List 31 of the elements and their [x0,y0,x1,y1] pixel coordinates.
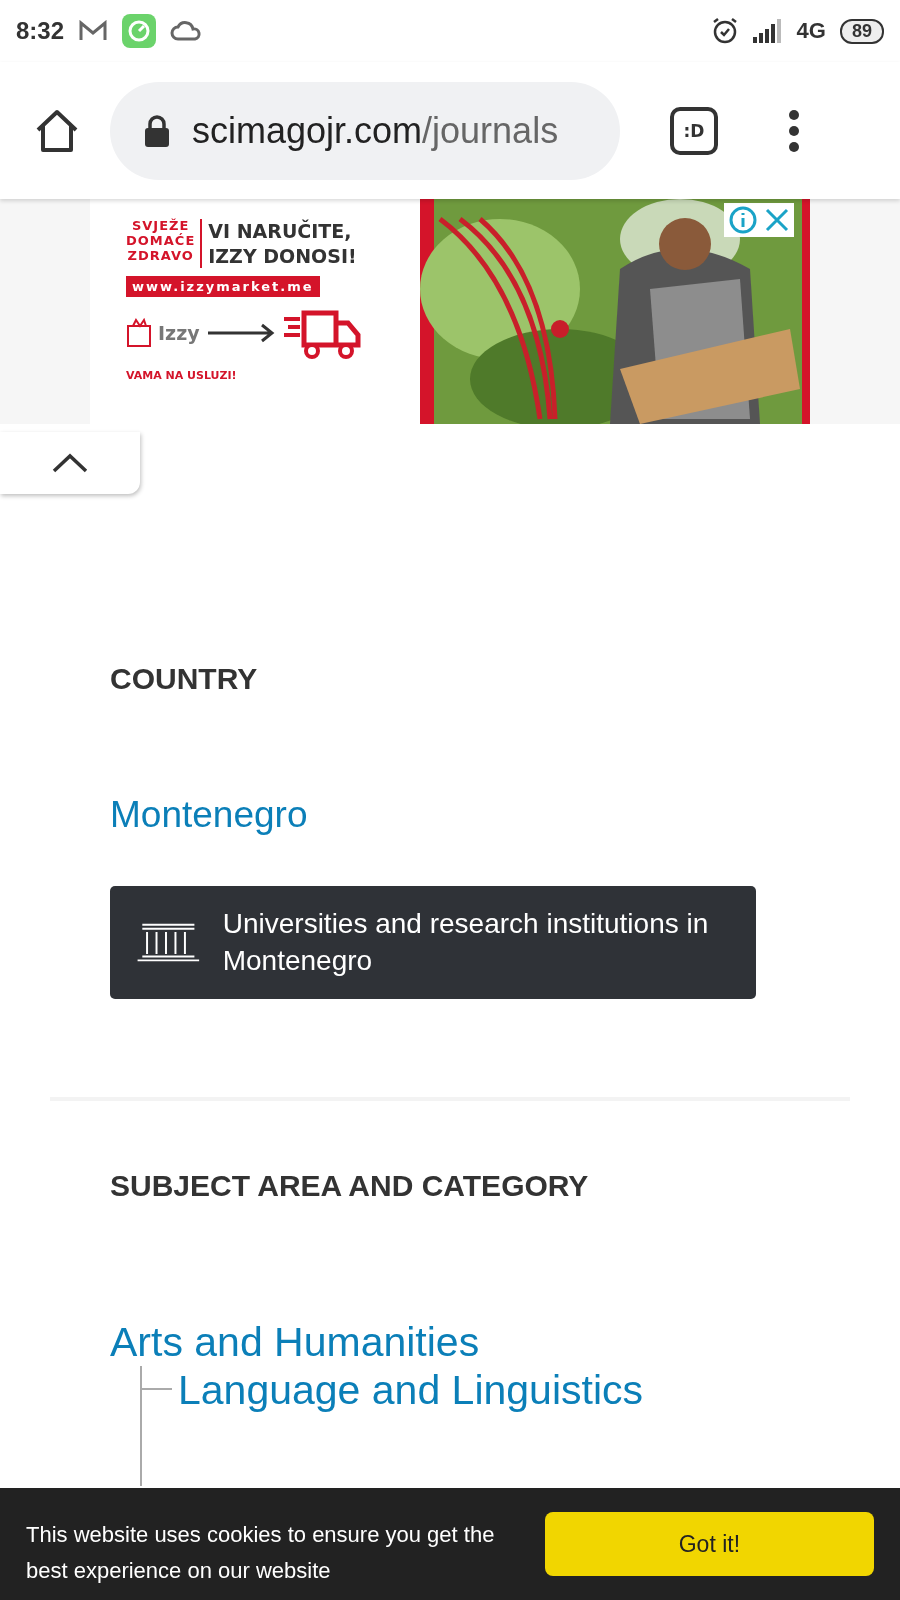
network-type: 4G [796,18,826,44]
tab-switcher[interactable]: :D [670,106,718,155]
ad-website: www.izzymarket.me [126,276,320,298]
subject-area-link[interactable]: Arts and Humanities [110,1319,480,1366]
menu-icon[interactable] [788,108,800,153]
section-heading: SUBJECT AREA AND CATEGORY [110,1169,590,1203]
cookie-message: This website uses cookies to ensure you get the best experience on our website [26,1520,496,1585]
accept-cookies-button[interactable]: Got it! [544,1512,874,1576]
section-heading: COUNTRY [110,662,259,696]
home-icon[interactable] [34,108,80,153]
battery-level: 89 [839,18,884,44]
cloud-icon [170,20,203,42]
ad-slogan: VAMA NA USLUZI! [126,369,238,383]
app-icon [122,14,157,48]
clock-time: 8:32 [16,17,65,45]
chevron-up-icon [52,453,88,473]
url-text: scimagojr.com/journals [192,109,559,152]
category-link[interactable]: Language and Linguistics [178,1366,644,1486]
mail-icon [78,20,109,42]
ad-brand: Izzy [158,322,200,345]
country-link[interactable]: Montenegro [110,794,308,836]
universities-button[interactable]: Universities and research institutions in Montenegro [110,886,756,999]
info-icon[interactable] [728,205,758,235]
collapse-ad-button[interactable] [0,432,140,494]
signal-icon [752,19,783,43]
arrow-icon [205,323,276,344]
ad-headline: VI NARUČITE, IZZY DONOSI! [208,219,357,269]
lock-icon [144,114,170,147]
ad-tagline: SVJEŽE DOMAĆE ZDRAVO [126,219,203,269]
address-bar[interactable]: scimagojr.com/journals [110,81,620,180]
bag-icon [126,318,152,349]
